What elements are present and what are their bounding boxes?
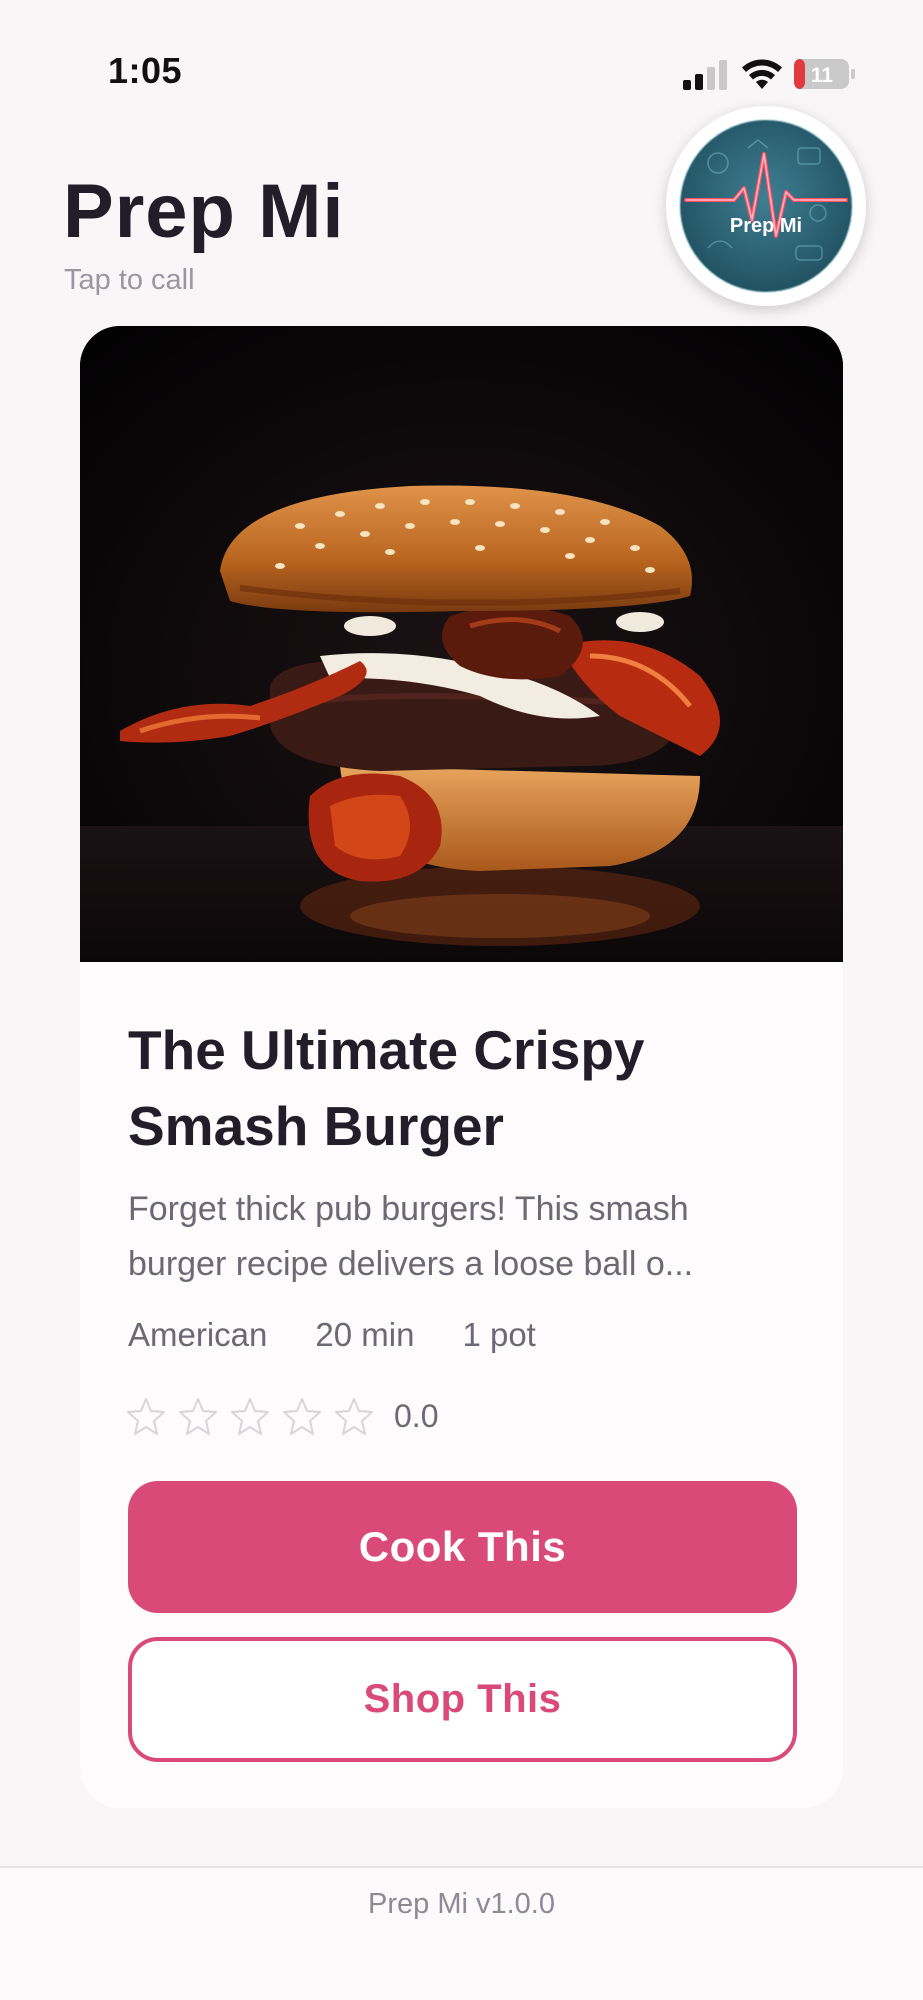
tap-to-call-link[interactable]: Tap to call <box>64 264 195 297</box>
heartbeat-logo-icon: Prep Mi <box>679 119 853 293</box>
app-title: Prep Mi <box>63 169 345 254</box>
recipe-description-line-1: Forget thick pub burgers! This smash <box>128 1190 689 1228</box>
rating-row[interactable]: 0.0 <box>126 1396 438 1436</box>
app-screen: 1:05 11 Prep Mi Tap to call Prep Mi The … <box>0 0 923 2000</box>
wifi-icon <box>742 59 782 89</box>
star-icon[interactable] <box>282 1396 322 1436</box>
logo-text: Prep Mi <box>730 215 802 237</box>
app-logo-avatar[interactable]: Prep Mi <box>666 106 866 306</box>
recipe-equipment: 1 pot <box>462 1316 536 1353</box>
recipe-card[interactable]: The Ultimate Crispy Smash Burger Forget … <box>80 326 843 1808</box>
recipe-meta: American 20 min 1 pot <box>128 1316 536 1354</box>
star-icon[interactable] <box>230 1396 270 1436</box>
status-time: 1:05 <box>108 50 183 91</box>
star-icon[interactable] <box>178 1396 218 1436</box>
burger-photo <box>80 326 843 962</box>
battery-icon: 11 <box>793 58 857 90</box>
shop-this-button[interactable]: Shop This <box>128 1637 797 1762</box>
rating-value: 0.0 <box>394 1397 439 1434</box>
recipe-title: The Ultimate Crispy Smash Burger <box>128 1019 645 1157</box>
recipe-image[interactable] <box>80 326 843 962</box>
star-icon[interactable] <box>126 1396 166 1436</box>
battery-level: 11 <box>811 64 834 87</box>
cook-this-button[interactable]: Cook This <box>128 1481 797 1613</box>
app-version: Prep Mi v1.0.0 <box>368 1888 555 1920</box>
recipe-description-line-2: burger recipe delivers a loose ball o... <box>128 1245 694 1283</box>
cellular-signal-icon <box>683 60 727 90</box>
recipe-time: 20 min <box>315 1316 415 1353</box>
star-icon[interactable] <box>334 1396 374 1436</box>
recipe-description: Forget thick pub burgers! This smash bur… <box>128 1182 808 1292</box>
recipe-cuisine: American <box>128 1316 268 1353</box>
